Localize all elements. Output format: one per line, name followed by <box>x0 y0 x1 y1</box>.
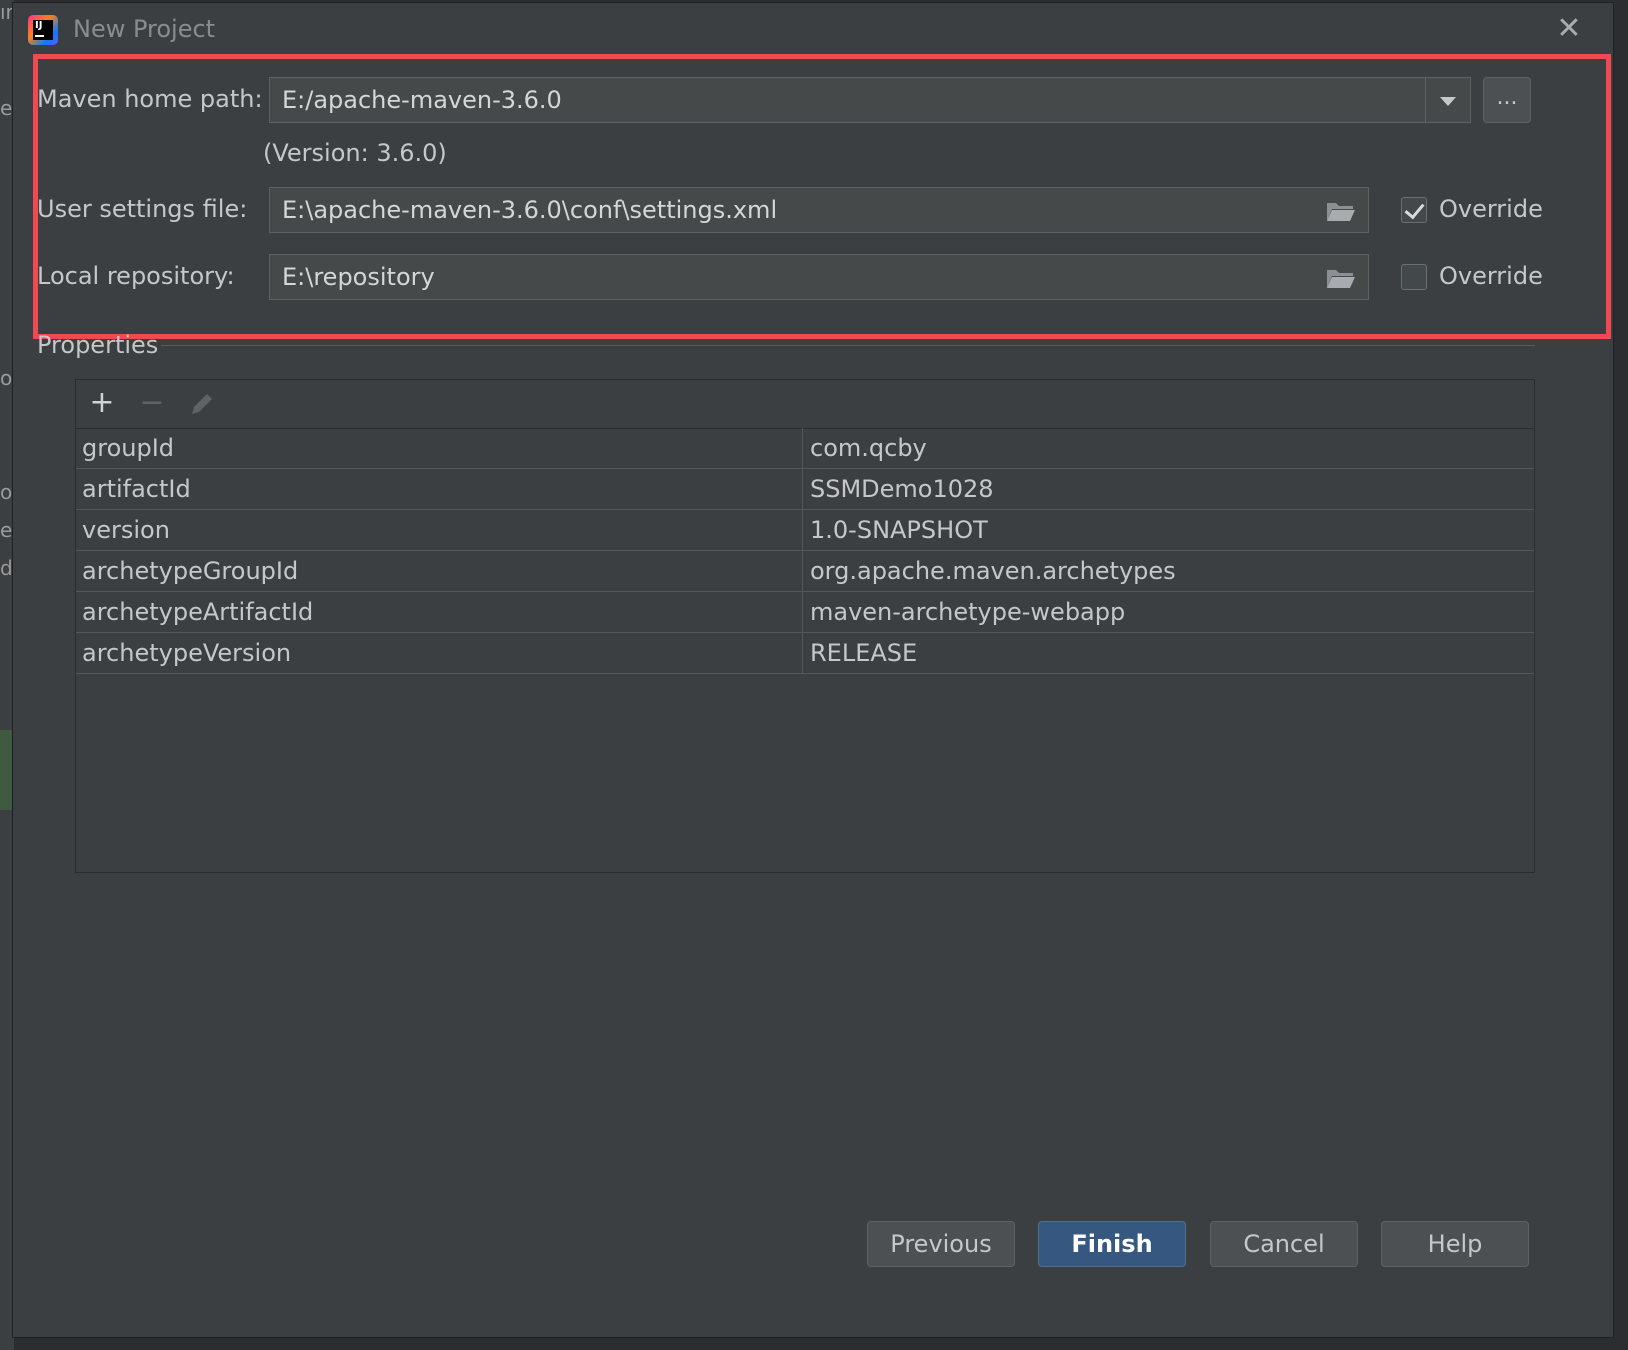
table-row[interactable]: version 1.0-SNAPSHOT <box>76 510 1534 551</box>
property-value: org.apache.maven.archetypes <box>810 557 1176 585</box>
property-value: RELEASE <box>810 639 918 667</box>
table-row[interactable]: groupId com.qcby <box>76 428 1534 469</box>
plus-icon[interactable]: + <box>86 388 118 420</box>
close-icon[interactable]: ✕ <box>1555 14 1583 44</box>
pencil-icon[interactable] <box>186 388 218 420</box>
highlight-box <box>33 54 1611 339</box>
properties-separator <box>161 345 1535 346</box>
table-row[interactable]: archetypeArtifactId maven-archetype-weba… <box>76 592 1534 633</box>
table-row[interactable]: artifactId SSMDemo1028 <box>76 469 1534 510</box>
property-value: maven-archetype-webapp <box>810 598 1126 626</box>
intellij-logo-icon: IJ <box>28 15 58 45</box>
property-key: archetypeGroupId <box>76 551 803 591</box>
properties-table: + − groupId com.qcby artifactId SSMDemo1… <box>75 379 1535 873</box>
table-row[interactable]: archetypeVersion RELEASE <box>76 633 1534 674</box>
background-fragment: o <box>0 480 13 504</box>
finish-button[interactable]: Finish <box>1038 1221 1186 1267</box>
background-panel <box>0 730 12 810</box>
new-project-dialog: IJ New Project ✕ Maven home path: E:/apa… <box>12 2 1614 1338</box>
property-value: SSMDemo1028 <box>810 475 994 503</box>
property-key: archetypeArtifactId <box>76 592 803 632</box>
property-value: com.qcby <box>810 434 927 462</box>
window-title: New Project <box>73 15 216 43</box>
property-key: groupId <box>76 428 803 468</box>
help-button[interactable]: Help <box>1381 1221 1529 1267</box>
previous-button[interactable]: Previous <box>867 1221 1015 1267</box>
properties-toolbar: + − <box>76 380 1534 429</box>
cancel-button[interactable]: Cancel <box>1210 1221 1358 1267</box>
minus-icon[interactable]: − <box>136 388 168 420</box>
table-row[interactable]: archetypeGroupId org.apache.maven.archet… <box>76 551 1534 592</box>
properties-title: Properties <box>37 331 159 359</box>
property-key: version <box>76 510 803 550</box>
property-key: archetypeVersion <box>76 633 803 673</box>
property-value: 1.0-SNAPSHOT <box>810 516 988 544</box>
property-key: artifactId <box>76 469 803 509</box>
title-bar: IJ New Project ✕ <box>13 3 1613 57</box>
background-fragment: e <box>0 96 13 120</box>
